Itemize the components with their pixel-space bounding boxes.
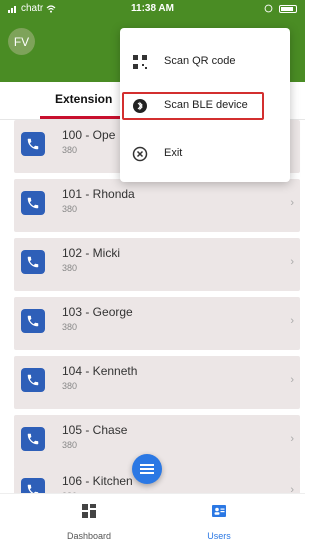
phone-icon [21,250,45,274]
status-time: 11:38 AM [131,3,174,14]
bottom-nav: Dashboard Users [0,493,305,546]
extension-name: 106 - Kitchen [62,474,133,488]
extension-name: 101 - Rhonda [62,187,135,201]
status-right [264,4,297,13]
dashboard-icon [82,504,96,518]
tab-extension[interactable]: Extension [55,92,112,106]
overflow-menu: Scan QR code Scan BLE device Exit [120,28,290,182]
extension-name: 105 - Chase [62,423,128,437]
phone-icon [21,368,45,392]
list-item[interactable]: 101 - Rhonda 380 › [14,179,300,232]
phone-icon [21,132,45,156]
chevron-right-icon: › [290,197,294,209]
menu-item-scan-qr[interactable]: Scan QR code [120,46,290,78]
chevron-right-icon: › [290,315,294,327]
qr-code-icon [132,54,148,70]
list-item[interactable]: 102 - Micki 380 › [14,238,300,291]
nav-item-dashboard[interactable]: Dashboard [44,504,134,541]
extension-name: 100 - Ope [62,128,116,142]
nav-label-users: Users [207,531,231,541]
menu-item-scan-ble[interactable]: Scan BLE device [120,90,290,122]
close-circle-icon [132,146,148,162]
nav-label-dashboard: Dashboard [66,531,112,541]
menu-item-exit[interactable]: Exit [120,138,290,170]
battery-icon [279,4,297,13]
fab-menu-button[interactable] [132,454,162,484]
phone-icon [21,191,45,215]
extension-number: 380 [62,204,78,214]
phone-icon [21,309,45,333]
chevron-right-icon: › [290,433,294,445]
extension-number: 380 [62,263,78,273]
extension-number: 380 [62,145,78,155]
extension-number: 380 [62,322,78,332]
chevron-right-icon: › [290,256,294,268]
extension-name: 104 - Kenneth [62,364,138,378]
list-item[interactable]: 103 - George 380 › [14,297,300,350]
list-item[interactable]: 104 - Kenneth 380 › [14,356,300,409]
menu-icon [140,464,154,474]
nav-item-users[interactable]: Users [174,504,264,541]
chevron-right-icon: › [290,374,294,386]
extension-name: 102 - Micki [62,246,121,260]
rotation-lock-icon [264,4,273,13]
avatar[interactable]: FV [8,28,35,55]
users-icon [212,505,226,517]
extension-name: 103 - George [62,305,133,319]
extension-number: 380 [62,381,78,391]
highlight-box [122,92,264,120]
status-bar: chatr 11:38 AM [0,0,305,18]
menu-label: Scan QR code [164,55,236,67]
menu-label: Exit [164,147,183,159]
extension-number: 380 [62,440,78,450]
phone-icon [21,427,45,451]
